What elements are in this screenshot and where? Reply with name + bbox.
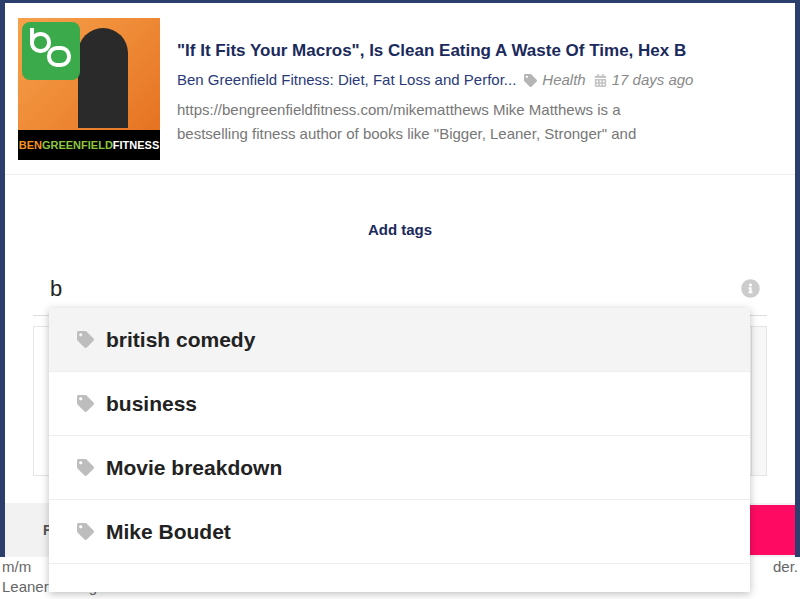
footer-button[interactable]: F [5, 520, 52, 541]
suggestion-item[interactable]: Movie breakdown [49, 436, 750, 500]
suggestion-label: british comedy [106, 324, 255, 356]
tag-icon [77, 395, 94, 412]
podcast-title[interactable]: "If It Fits Your Macros", Is Clean Eatin… [177, 40, 693, 62]
suggestion-item[interactable]: business [49, 372, 750, 436]
brand-text: BEN [19, 140, 42, 151]
podcast-meta: Ben Greenfield Fitness: Diet, Fat Loss a… [177, 69, 693, 92]
tag-input-value: b [50, 272, 62, 305]
suggestion-item[interactable]: british comedy [49, 308, 750, 372]
suggestion-label: Movie breakdown [106, 452, 282, 484]
brand-bar: BENGREENFIELDFITNESS [18, 130, 160, 160]
scrollbar[interactable] [751, 327, 766, 475]
description: https://bengreenfieldfitness.com/mikemat… [177, 98, 693, 146]
age: 17 days ago [594, 69, 694, 92]
logo-icon [22, 22, 80, 80]
tag-icon [77, 331, 94, 348]
suggestion-menu: british comedy business Movie breakdown Mik… [49, 308, 750, 592]
description-line: https://bengreenfieldfitness.com/mikemat… [177, 98, 693, 122]
category: Health [524, 69, 585, 92]
info-icon[interactable] [741, 279, 760, 298]
podcast-card[interactable]: BENGREENFIELDFITNESS "If It Fits Your Mac… [5, 3, 795, 175]
suggestion-label: business [106, 388, 197, 420]
podcast-info: "If It Fits Your Macros", Is Clean Eatin… [177, 18, 693, 160]
tag-icon [77, 459, 94, 476]
description-line: bestselling fitness author of books like… [177, 122, 693, 146]
app: BENGREENFIELDFITNESS "If It Fits Your Mac… [0, 0, 800, 599]
show-name[interactable]: Ben Greenfield Fitness: Diet, Fat Loss a… [177, 69, 516, 92]
tag-icon [524, 74, 537, 87]
suggestion-item[interactable]: Mike Boudet [49, 500, 750, 564]
suggestion-label: Mike Boudet [106, 516, 231, 548]
tag-icon [77, 523, 94, 540]
brand-text: FITNESS [113, 140, 159, 151]
brand-text: GREENFIELD [42, 140, 113, 151]
calendar-icon [594, 74, 607, 87]
podcast-thumbnail: BENGREENFIELDFITNESS [18, 18, 160, 160]
page-text: m/m [2, 557, 31, 577]
page-text: der. [773, 557, 798, 577]
confirm-button[interactable] [750, 505, 795, 555]
add-tags-heading: Add tags [5, 219, 795, 242]
man-figure [78, 28, 128, 128]
